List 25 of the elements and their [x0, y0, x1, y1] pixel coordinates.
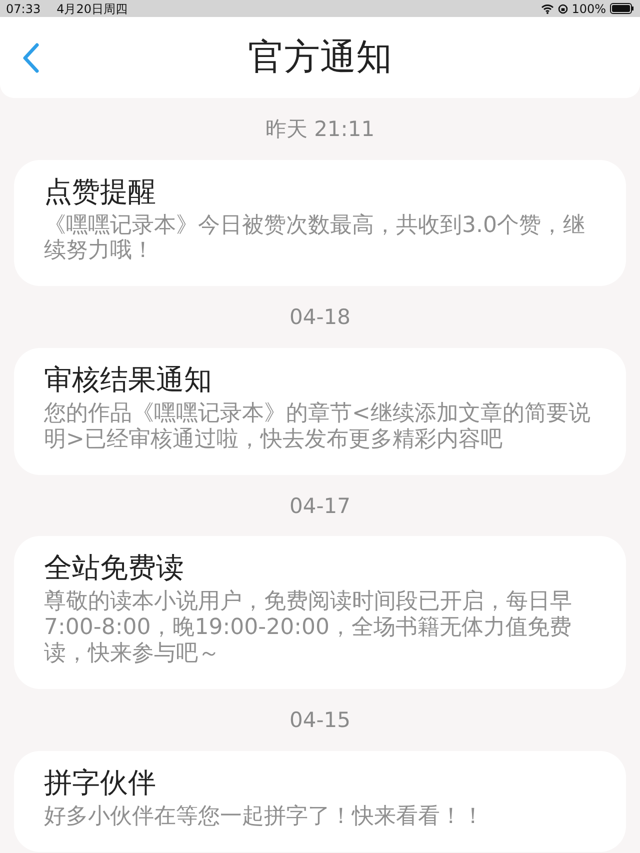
message-time: 04-15 — [289, 708, 351, 732]
notification-text: 好多小伙伴在等您一起拼字了！快来看看！！ — [44, 804, 485, 830]
notification-title: 审核结果通知 — [44, 362, 213, 397]
notification-text: 尊敬的读本小说用户，免费阅读时间段已开启，每日早7:00-8:00，晚19:00-20:00，全场书籍无体力值免费读，快来参与吧～ — [44, 589, 573, 668]
notification-title: 点赞提醒 — [44, 174, 157, 208]
status-date: 4月20日周四 — [56, 0, 128, 18]
back-button[interactable] — [22, 42, 40, 72]
status-time: 07:33 — [6, 0, 41, 18]
message-time: 04-18 — [289, 305, 351, 330]
rotation-lock-icon — [558, 4, 568, 14]
wifi-icon — [540, 4, 554, 14]
battery-icon — [610, 3, 634, 14]
page-title: 官方通知 — [248, 36, 392, 80]
back-icon — [22, 42, 40, 72]
message-time: 昨天 21:11 — [265, 117, 375, 141]
message-time: 04-17 — [289, 494, 351, 518]
notification-title: 全站免费读 — [44, 550, 185, 586]
notification-card[interactable]: 审核结果通知 您的作品《嘿嘿记录本》的章节<继续添加文章的简要说明>已经审核通过啦，快去发布更多精彩内容吧 — [14, 348, 626, 475]
notification-title: 拼字伙伴 — [44, 764, 157, 800]
notification-text: 《嘿嘿记录本》今日被赞次数最高，共收到3.0个赞，继续努力哦！ — [44, 212, 586, 264]
battery-percent: 100% — [572, 0, 606, 18]
notification-text: 您的作品《嘿嘿记录本》的章节<继续添加文章的简要说明>已经审核通过啦，快去发布更多精彩内容吧 — [44, 400, 592, 453]
notification-card[interactable]: 点赞提醒 《嘿嘿记录本》今日被赞次数最高，共收到3.0个赞，继续努力哦！ — [14, 160, 626, 286]
notification-card[interactable]: 拼字伙伴 好多小伙伴在等您一起拼字了！快来看看！！ — [14, 750, 626, 852]
notification-card[interactable]: 全站免费读 尊敬的读本小说用户，免费阅读时间段已开启，每日早7:00-8:00，晚19:00-20:00，全场书籍无体力值免费读，快来参与吧～ — [14, 536, 626, 690]
